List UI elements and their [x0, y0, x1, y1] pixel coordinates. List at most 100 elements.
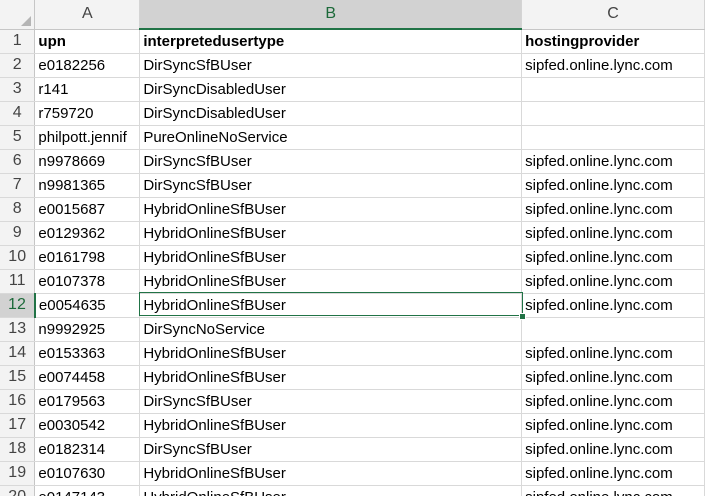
row-header[interactable]: 6 — [0, 149, 36, 174]
cell-hostingprovider[interactable]: sipfed.online.lync.com — [521, 485, 705, 496]
cell-interpretedusertype[interactable]: HybridOnlineSfBUser — [139, 245, 523, 270]
cell-upn[interactable]: e0147143 — [34, 485, 141, 496]
cell-hostingprovider[interactable]: sipfed.online.lync.com — [521, 437, 705, 462]
cell-hostingprovider[interactable]: sipfed.online.lync.com — [521, 245, 705, 270]
cell-upn[interactable]: e0153363 — [34, 341, 141, 366]
row-header[interactable]: 7 — [0, 173, 36, 198]
cell-hostingprovider[interactable]: sipfed.online.lync.com — [521, 389, 705, 414]
cell-interpretedusertype[interactable]: HybridOnlineSfBUser — [139, 221, 523, 246]
cell-interpretedusertype[interactable]: DirSyncNoService — [139, 317, 523, 342]
cell-interpretedusertype[interactable]: DirSyncSfBUser — [139, 149, 523, 174]
cell-upn[interactable]: n9981365 — [34, 173, 141, 198]
row-header[interactable]: 9 — [0, 221, 36, 246]
cell-interpretedusertype[interactable]: DirSyncSfBUser — [139, 53, 523, 78]
table-row: 2 e0182256 DirSyncSfBUser sipfed.online.lyn… — [0, 53, 705, 78]
cell-upn[interactable]: e0129362 — [34, 221, 141, 246]
cell-hostingprovider[interactable]: sipfed.online.lync.com — [521, 269, 705, 294]
cell-interpretedusertype[interactable]: HybridOnlineSfBUser — [139, 413, 523, 438]
cell-upn[interactable]: e0107630 — [34, 461, 141, 486]
cell-interpretedusertype[interactable]: HybridOnlineSfBUser — [139, 365, 523, 390]
cell-upn[interactable]: e0030542 — [34, 413, 141, 438]
table-row: 19 e0107630 HybridOnlineSfBUser sipfed.onli… — [0, 461, 705, 486]
cell-hostingprovider[interactable]: sipfed.online.lync.com — [521, 293, 705, 318]
row-header[interactable]: 12 — [0, 293, 36, 318]
cell-upn[interactable]: n9992925 — [34, 317, 141, 342]
cell-interpretedusertype[interactable]: DirSyncSfBUser — [139, 389, 523, 414]
row-header[interactable]: 13 — [0, 317, 36, 342]
cell-interpretedusertype[interactable]: HybridOnlineSfBUser — [139, 341, 523, 366]
cell-upn[interactable]: e0015687 — [34, 197, 141, 222]
column-header-a[interactable]: A — [34, 0, 141, 30]
table-row: 9 e0129362 HybridOnlineSfBUser sipfed.onlin… — [0, 221, 705, 246]
cell-interpretedusertype[interactable]: HybridOnlineSfBUser — [139, 461, 523, 486]
cell-hostingprovider[interactable]: sipfed.online.lync.com — [521, 365, 705, 390]
row-header[interactable]: 17 — [0, 413, 36, 438]
column-header-c[interactable]: C — [521, 0, 705, 30]
cell-interpretedusertype[interactable]: PureOnlineNoService — [139, 125, 523, 150]
table-row: 17 e0030542 HybridOnlineSfBUser sipfed.onli… — [0, 413, 705, 438]
row-header[interactable]: 15 — [0, 365, 36, 390]
worksheet-table: A B C 1 upn interpretedusertype hostingp… — [0, 0, 705, 496]
cell-interpretedusertype[interactable]: HybridOnlineSfBUser — [139, 485, 523, 496]
table-row: 13 n9992925 DirSyncNoService — [0, 317, 705, 342]
cell-upn[interactable]: e0054635 — [34, 293, 141, 318]
fill-handle[interactable] — [519, 313, 526, 320]
cell-interpretedusertype[interactable]: HybridOnlineSfBUser — [139, 269, 523, 294]
cell-upn[interactable]: e0182256 — [34, 53, 141, 78]
table-row: 11 e0107378 HybridOnlineSfBUser sipfed.onli… — [0, 269, 705, 294]
cell-upn[interactable]: e0182314 — [34, 437, 141, 462]
cell-upn[interactable]: n9978669 — [34, 149, 141, 174]
select-all-corner[interactable] — [0, 0, 36, 30]
column-header-b[interactable]: B — [139, 0, 523, 30]
table-row: 3 r141 DirSyncDisabledUser — [0, 77, 705, 102]
cell-hostingprovider[interactable]: sipfed.online.lync.com — [521, 221, 705, 246]
select-all-triangle-icon — [21, 15, 32, 26]
table-row: 4 r759720 DirSyncDisabledUser — [0, 101, 705, 126]
cell-hostingprovider[interactable] — [521, 125, 705, 150]
row-header[interactable]: 3 — [0, 77, 36, 102]
row-header[interactable]: 8 — [0, 197, 36, 222]
cell-hostingprovider[interactable] — [521, 77, 705, 102]
row-header[interactable]: 20 — [0, 485, 36, 496]
cell-hostingprovider[interactable]: sipfed.online.lync.com — [521, 173, 705, 198]
table-row: 18 e0182314 DirSyncSfBUser sipfed.online.ly… — [0, 437, 705, 462]
table-row: 14 e0153363 HybridOnlineSfBUser sipfed.onli… — [0, 341, 705, 366]
row-header[interactable]: 11 — [0, 269, 36, 294]
row-header[interactable]: 10 — [0, 245, 36, 270]
cell-interpretedusertype[interactable]: DirSyncSfBUser — [139, 173, 523, 198]
row-header[interactable]: 4 — [0, 101, 36, 126]
cell-header-hostingprovider[interactable]: hostingprovider — [521, 29, 705, 54]
cell-interpretedusertype[interactable]: DirSyncDisabledUser — [139, 101, 523, 126]
row-header[interactable]: 1 — [0, 29, 36, 54]
table-row: 16 e0179563 DirSyncSfBUser sipfed.online.ly… — [0, 389, 705, 414]
cell-header-interpretedusertype[interactable]: interpretedusertype — [139, 29, 523, 54]
cell-upn[interactable]: e0107378 — [34, 269, 141, 294]
row-header[interactable]: 5 — [0, 125, 36, 150]
table-row: 15 e0074458 HybridOnlineSfBUser sipfed.onli… — [0, 365, 705, 390]
cell-interpretedusertype[interactable]: DirSyncSfBUser — [139, 437, 523, 462]
cell-upn[interactable]: e0161798 — [34, 245, 141, 270]
cell-interpretedusertype[interactable]: HybridOnlineSfBUser — [139, 197, 523, 222]
cell-upn[interactable]: philpott.jennif — [34, 125, 141, 150]
row-header[interactable]: 18 — [0, 437, 36, 462]
cell-hostingprovider[interactable]: sipfed.online.lync.com — [521, 53, 705, 78]
row-header[interactable]: 19 — [0, 461, 36, 486]
cell-hostingprovider[interactable]: sipfed.online.lync.com — [521, 341, 705, 366]
cell-hostingprovider[interactable]: sipfed.online.lync.com — [521, 461, 705, 486]
cell-upn[interactable]: r141 — [34, 77, 141, 102]
cell-upn[interactable]: e0074458 — [34, 365, 141, 390]
row-header[interactable]: 14 — [0, 341, 36, 366]
cell-hostingprovider[interactable] — [521, 101, 705, 126]
cell-header-upn[interactable]: upn — [34, 29, 141, 54]
cell-hostingprovider[interactable]: sipfed.online.lync.com — [521, 197, 705, 222]
cell-upn[interactable]: r759720 — [34, 101, 141, 126]
row-header[interactable]: 16 — [0, 389, 36, 414]
cell-hostingprovider[interactable] — [521, 317, 705, 342]
cell-hostingprovider[interactable]: sipfed.online.lync.com — [521, 149, 705, 174]
cell-interpretedusertype[interactable]: HybridOnlineSfBUser — [139, 293, 523, 318]
row-header[interactable]: 2 — [0, 53, 36, 78]
cell-hostingprovider[interactable]: sipfed.online.lync.com — [521, 413, 705, 438]
cell-upn[interactable]: e0179563 — [34, 389, 141, 414]
cell-interpretedusertype[interactable]: DirSyncDisabledUser — [139, 77, 523, 102]
table-row: 6 n9978669 DirSyncSfBUser sipfed.online.lyn… — [0, 149, 705, 174]
